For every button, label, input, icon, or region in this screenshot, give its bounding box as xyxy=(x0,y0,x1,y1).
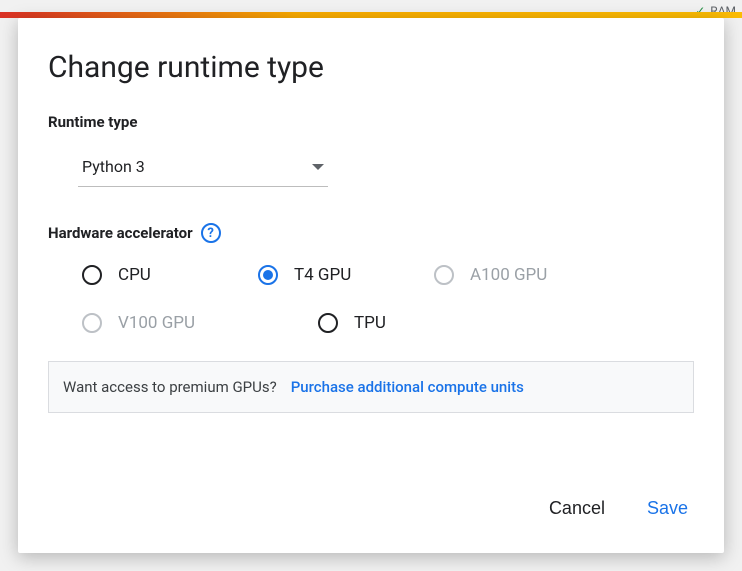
promo-text: Want access to premium GPUs? xyxy=(63,378,277,396)
radio-cpu[interactable]: CPU xyxy=(82,265,212,285)
radio-icon-selected xyxy=(258,265,278,285)
radio-icon xyxy=(434,265,454,285)
dialog-title: Change runtime type xyxy=(48,50,694,85)
radio-icon xyxy=(82,265,102,285)
radio-icon xyxy=(82,313,102,333)
radio-label: A100 GPU xyxy=(470,265,547,285)
accelerator-row-1: CPU T4 GPU A100 GPU xyxy=(82,265,694,285)
help-icon[interactable]: ? xyxy=(201,223,221,243)
cancel-button[interactable]: Cancel xyxy=(545,492,609,525)
dialog-footer: Cancel Save xyxy=(18,472,724,553)
radio-label: V100 GPU xyxy=(118,313,195,333)
radio-v100-gpu: V100 GPU xyxy=(82,313,212,333)
radio-icon xyxy=(318,313,338,333)
radio-label: TPU xyxy=(354,313,386,333)
radio-label: CPU xyxy=(118,265,151,285)
accelerator-radio-group: CPU T4 GPU A100 GPU V100 GPU T xyxy=(82,265,694,333)
runtime-type-dropdown[interactable]: Python 3 xyxy=(78,151,328,187)
dialog-body: Change runtime type Runtime type Python … xyxy=(18,18,724,472)
accelerator-label-text: Hardware accelerator xyxy=(48,224,193,242)
radio-label: T4 GPU xyxy=(294,265,351,285)
runtime-type-value: Python 3 xyxy=(82,157,145,176)
save-button[interactable]: Save xyxy=(643,492,692,525)
radio-tpu[interactable]: TPU xyxy=(318,313,448,333)
runtime-type-label: Runtime type xyxy=(48,113,694,131)
premium-gpu-promo: Want access to premium GPUs? Purchase ad… xyxy=(48,361,694,413)
purchase-compute-link[interactable]: Purchase additional compute units xyxy=(291,378,524,396)
accelerator-row-2: V100 GPU TPU xyxy=(82,313,694,333)
radio-t4-gpu[interactable]: T4 GPU xyxy=(258,265,388,285)
chevron-down-icon xyxy=(312,164,324,170)
runtime-dialog: Change runtime type Runtime type Python … xyxy=(18,18,724,553)
radio-a100-gpu: A100 GPU xyxy=(434,265,564,285)
accelerator-label: Hardware accelerator ? xyxy=(48,223,694,243)
